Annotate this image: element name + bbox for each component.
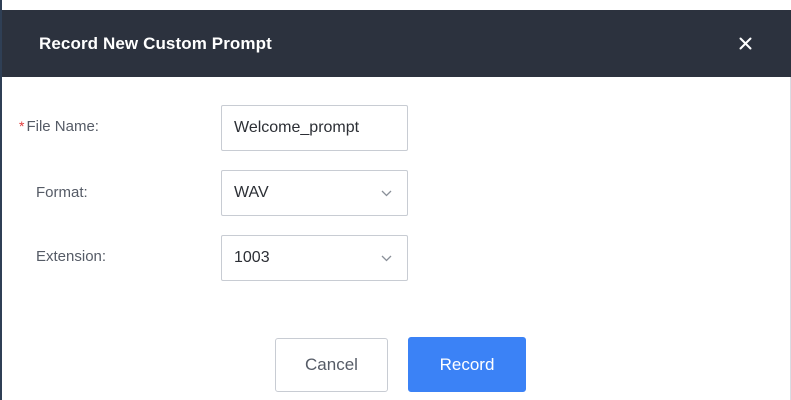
extension-select[interactable]: 1003 (221, 235, 408, 281)
dialog-top-strip (2, 0, 791, 10)
dialog-header: Record New Custom Prompt (2, 10, 791, 77)
record-prompt-dialog: Record New Custom Prompt *File Name: For… (0, 0, 791, 400)
record-button[interactable]: Record (408, 337, 526, 392)
file-name-input[interactable] (234, 119, 407, 137)
chevron-down-icon (371, 190, 401, 197)
extension-value: 1003 (234, 249, 270, 266)
required-marker: * (19, 118, 25, 134)
format-select[interactable]: WAV (221, 170, 408, 216)
close-icon (739, 37, 751, 50)
extension-label: Extension: (36, 248, 107, 265)
chevron-down-icon (371, 255, 401, 262)
dialog-title: Record New Custom Prompt (39, 33, 272, 53)
format-label: Format: (36, 184, 88, 201)
file-name-label: File Name: (26, 118, 99, 135)
format-value: WAV (234, 184, 269, 201)
cancel-button[interactable]: Cancel (275, 338, 388, 392)
file-name-field[interactable] (221, 105, 408, 151)
close-button[interactable] (735, 34, 755, 54)
file-name-label-group: * File Name: (19, 118, 99, 135)
